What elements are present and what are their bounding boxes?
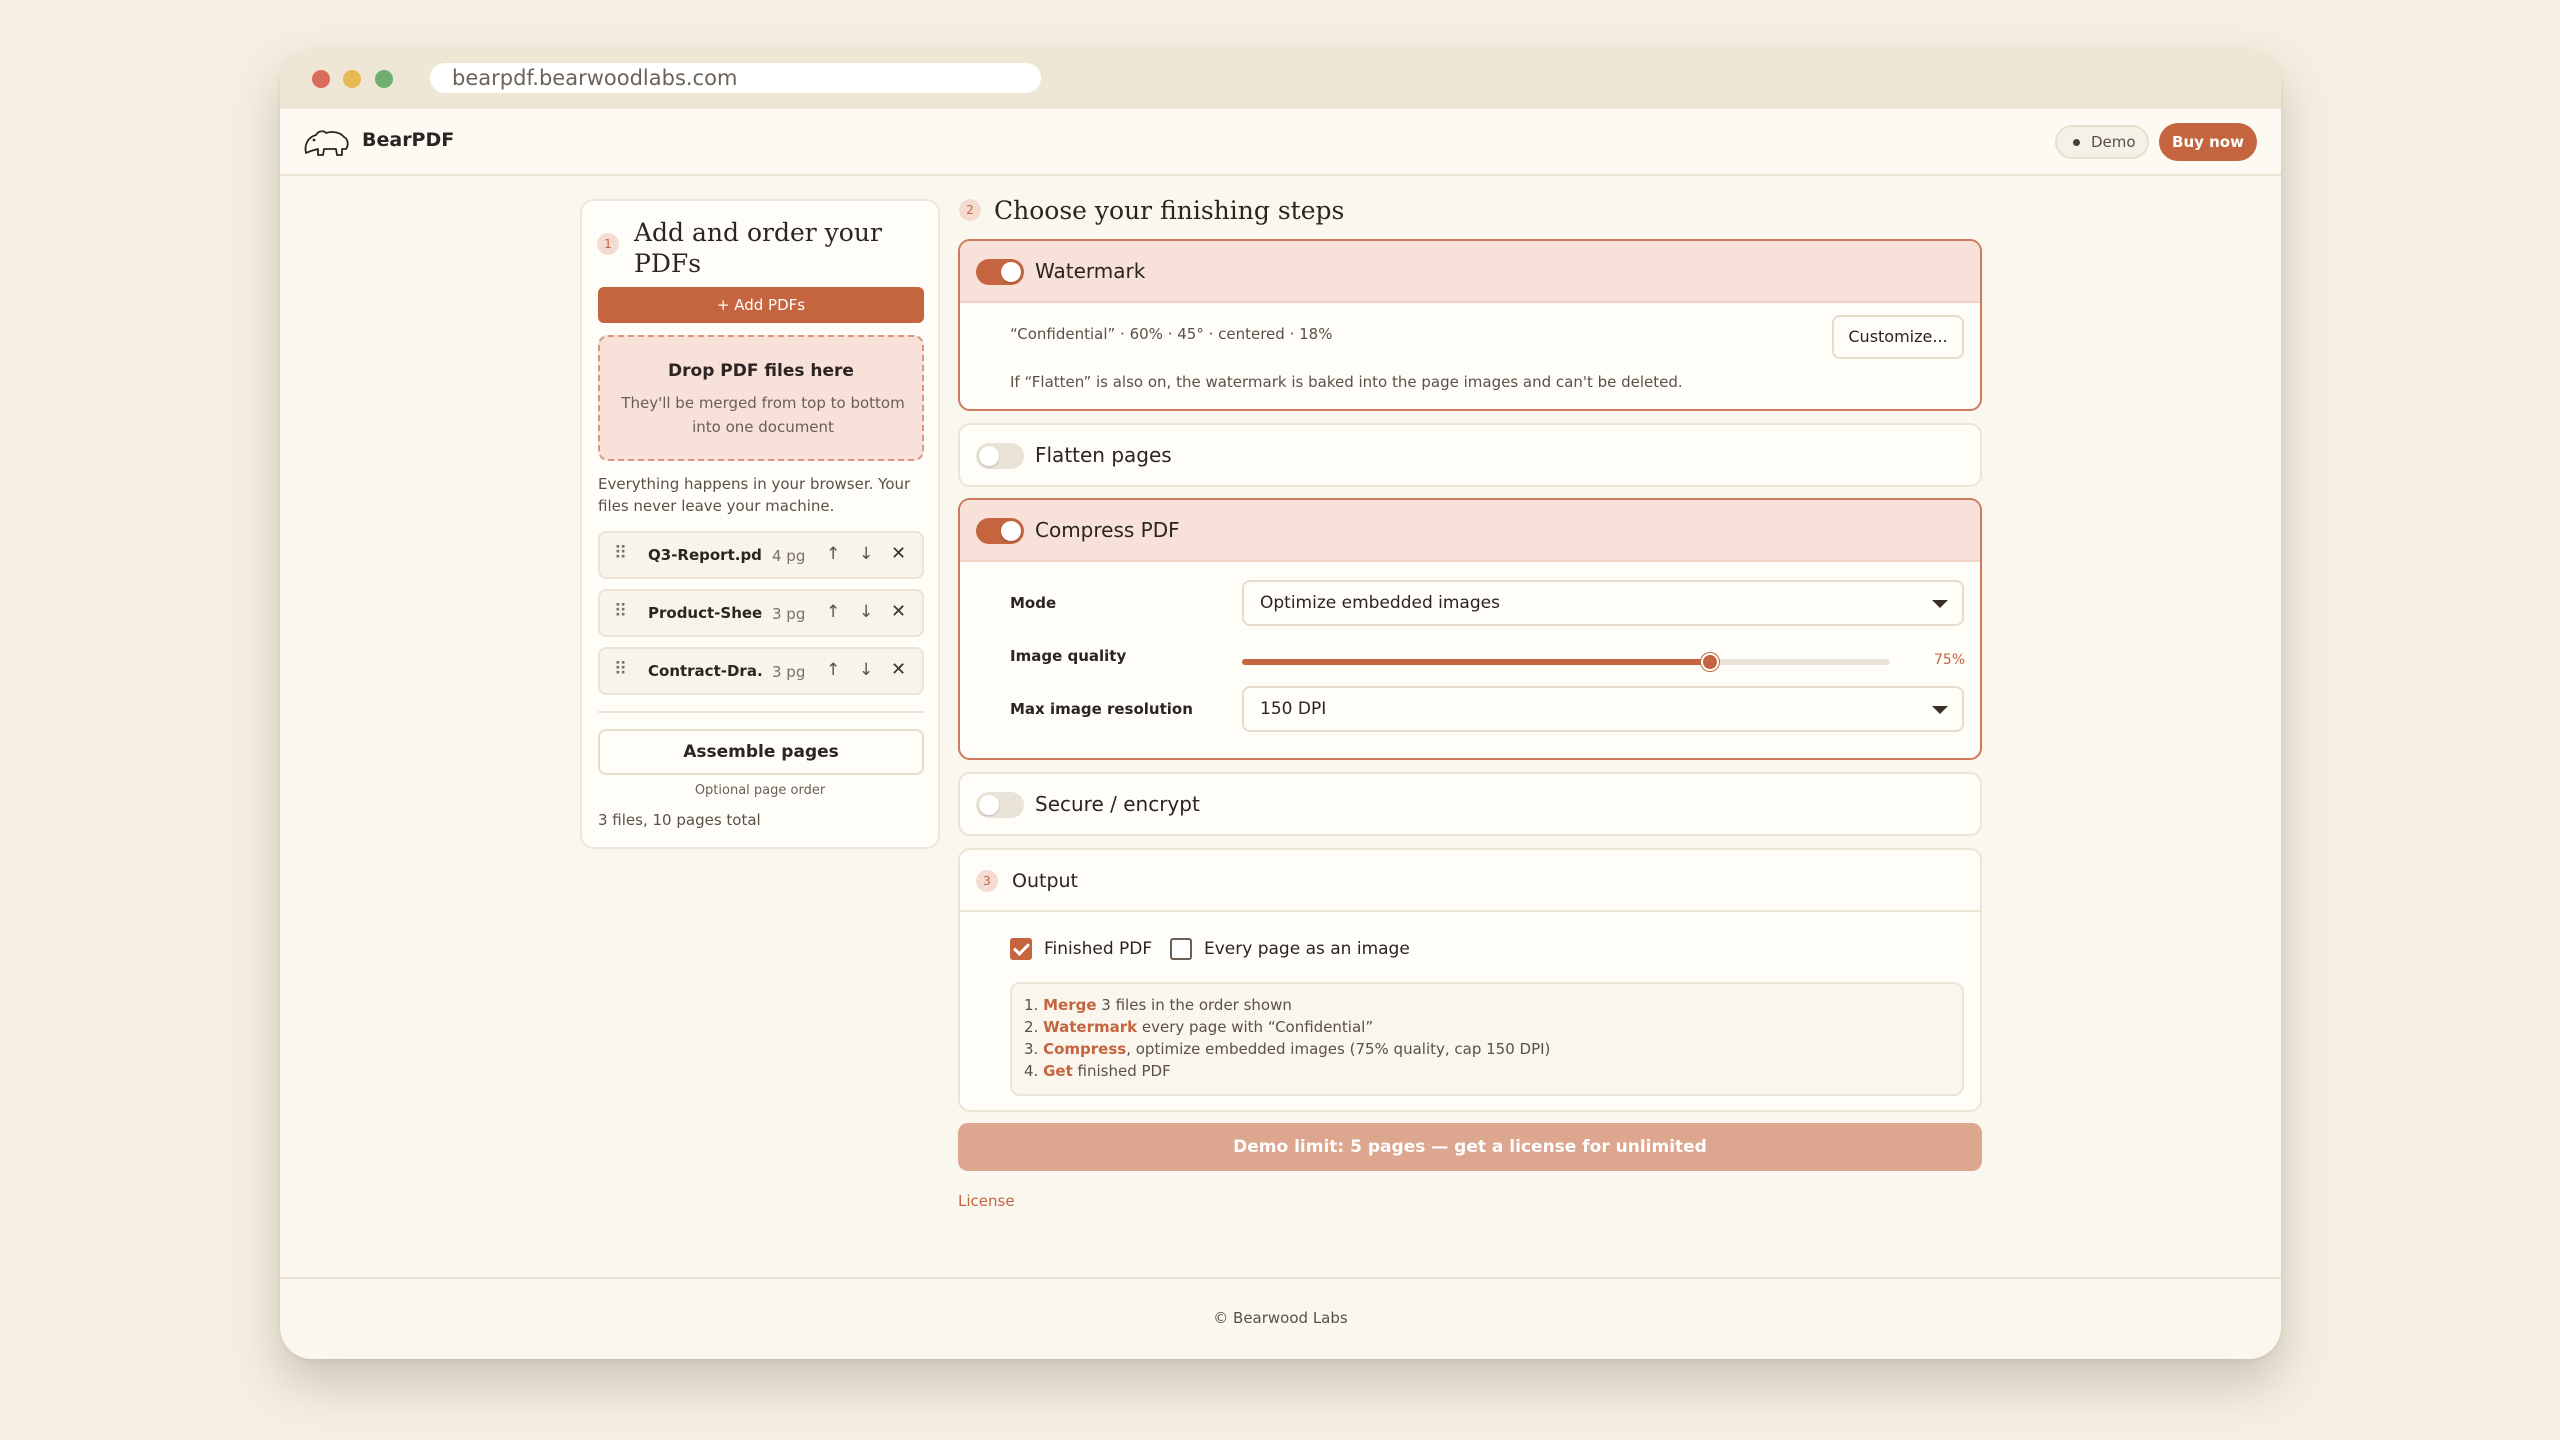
remove-file-icon[interactable]: ✕ [891, 543, 906, 564]
close-window-button[interactable] [312, 70, 330, 88]
drag-handle-icon[interactable]: ⠿ [614, 601, 627, 622]
flatten-toggle[interactable] [976, 443, 1024, 469]
flatten-panel: Flatten pages [958, 423, 1982, 487]
mode-select[interactable]: Optimize embedded images [1242, 580, 1964, 626]
footer-divider [280, 1277, 2281, 1279]
chevron-down-icon [1932, 706, 1948, 714]
assemble-pages-button[interactable]: Assemble pages [598, 729, 924, 775]
status-dot-icon [2073, 139, 2080, 146]
mode-value: Optimize embedded images [1260, 593, 1500, 613]
finished-pdf-label[interactable]: Finished PDF [1044, 939, 1152, 959]
secure-toggle[interactable] [976, 792, 1024, 818]
buy-now-button[interactable]: Buy now [2159, 123, 2257, 161]
compress-toggle[interactable] [976, 518, 1024, 544]
file-name: Q3-Report.pdf [648, 546, 762, 564]
max-resolution-label: Max image resolution [1010, 700, 1193, 718]
move-down-icon[interactable]: ↓ [859, 602, 873, 622]
drag-handle-icon[interactable]: ⠿ [614, 659, 627, 680]
add-pdfs-button[interactable]: + Add PDFs [598, 287, 924, 323]
demo-badge: Demo [2055, 125, 2149, 159]
section-title: Choose your finishing steps [994, 196, 1345, 225]
max-resolution-value: 150 DPI [1260, 699, 1327, 719]
secure-panel: Secure / encrypt [958, 772, 1982, 836]
image-quality-slider[interactable] [1242, 653, 1890, 671]
minimize-window-button[interactable] [343, 70, 361, 88]
move-up-icon[interactable]: ↑ [826, 602, 840, 622]
license-link[interactable]: License [958, 1192, 1015, 1210]
compress-panel: Compress PDF Mode Optimize embedded imag… [958, 498, 1982, 760]
optional-order-hint: Optional page order [694, 783, 826, 798]
demo-limit-button[interactable]: Demo limit: 5 pages — get a license for … [958, 1123, 1982, 1171]
step-number: 1 [597, 233, 619, 255]
app-header: BearPDF Demo Buy now [280, 109, 2281, 176]
browser-chrome: bearpdf.bearwoodlabs.com [280, 49, 2281, 109]
remove-file-icon[interactable]: ✕ [891, 601, 906, 622]
compress-title: Compress PDF [1035, 518, 1180, 542]
max-resolution-select[interactable]: 150 DPI [1242, 686, 1964, 732]
bear-logo-icon [304, 130, 349, 156]
drop-zone-subtitle: They'll be merged from top to bottom int… [621, 394, 905, 436]
move-up-icon[interactable]: ↑ [826, 660, 840, 680]
demo-label: Demo [2091, 133, 2136, 151]
compress-header[interactable]: Compress PDF [960, 500, 1980, 562]
summary-step: 1. Merge 3 files in the order shown [1024, 996, 1292, 1014]
output-header: 3 Output [960, 850, 1980, 912]
slider-thumb[interactable] [1701, 653, 1719, 671]
brand-name: BearPDF [362, 129, 455, 151]
file-totals: 3 files, 10 pages total [598, 811, 761, 829]
summary-step: 2. Watermark every page with “Confidenti… [1024, 1018, 1374, 1036]
slider-fill [1242, 659, 1710, 665]
address-bar[interactable]: bearpdf.bearwoodlabs.com [430, 63, 1041, 93]
divider [598, 711, 924, 713]
watermark-panel: Watermark “Confidential” · 60% · 45° · c… [958, 239, 1982, 411]
file-row[interactable]: ⠿ Q3-Report.pdf 4 pg ↑ ↓ ✕ [598, 531, 924, 579]
move-up-icon[interactable]: ↑ [826, 544, 840, 564]
process-summary: 1. Merge 3 files in the order shown 2. W… [1010, 982, 1964, 1096]
watermark-note: If “Flatten” is also on, the watermark i… [1010, 373, 1683, 391]
drag-handle-icon[interactable]: ⠿ [614, 543, 627, 564]
customize-watermark-button[interactable]: Customize... [1832, 315, 1964, 359]
watermark-summary: “Confidential” · 60% · 45° · centered · … [1010, 325, 1333, 343]
output-panel: 3 Output Finished PDF Every page as an i… [958, 848, 1982, 1112]
mode-label: Mode [1010, 594, 1057, 612]
footer-copyright: © Bearwood Labs [1213, 1309, 1348, 1327]
drop-zone[interactable]: Drop PDF files here They'll be merged fr… [598, 335, 924, 461]
watermark-title: Watermark [1035, 259, 1146, 283]
card-title: Add and order your PDFs [634, 218, 882, 278]
every-page-image-checkbox[interactable] [1170, 938, 1192, 960]
add-files-card: 1 Add and order your PDFs + Add PDFs Dro… [580, 199, 940, 849]
flatten-header[interactable]: Flatten pages [960, 425, 1980, 485]
file-row[interactable]: ⠿ Contract-Dra... 3 pg ↑ ↓ ✕ [598, 647, 924, 695]
chevron-down-icon [1932, 600, 1948, 608]
image-quality-label: Image quality [1010, 647, 1127, 665]
file-name: Product-Shee... [648, 604, 762, 622]
remove-file-icon[interactable]: ✕ [891, 659, 906, 680]
image-quality-value: 75% [1934, 652, 1966, 668]
summary-step: 4. Get finished PDF [1024, 1062, 1171, 1080]
move-down-icon[interactable]: ↓ [859, 544, 873, 564]
maximize-window-button[interactable] [375, 70, 393, 88]
output-title: Output [1012, 870, 1078, 892]
privacy-note: Everything happens in your browser. Your… [598, 475, 911, 515]
file-page-count: 3 pg [772, 663, 806, 681]
secure-header[interactable]: Secure / encrypt [960, 774, 1980, 834]
finished-pdf-checkbox[interactable] [1010, 938, 1032, 960]
step-number: 3 [976, 870, 998, 892]
drop-zone-title: Drop PDF files here [668, 361, 854, 381]
browser-window: bearpdf.bearwoodlabs.com BearPDF Demo Bu… [280, 49, 2281, 1359]
secure-title: Secure / encrypt [1035, 792, 1200, 816]
file-row[interactable]: ⠿ Product-Shee... 3 pg ↑ ↓ ✕ [598, 589, 924, 637]
every-page-image-label[interactable]: Every page as an image [1204, 939, 1410, 959]
file-page-count: 4 pg [772, 547, 806, 565]
move-down-icon[interactable]: ↓ [859, 660, 873, 680]
flatten-title: Flatten pages [1035, 443, 1172, 467]
step-number: 2 [959, 199, 981, 221]
watermark-toggle[interactable] [976, 259, 1024, 285]
watermark-header[interactable]: Watermark [960, 241, 1980, 303]
summary-step: 3. Compress, optimize embedded images (7… [1024, 1040, 1551, 1058]
file-page-count: 3 pg [772, 605, 806, 623]
file-name: Contract-Dra... [648, 662, 762, 680]
